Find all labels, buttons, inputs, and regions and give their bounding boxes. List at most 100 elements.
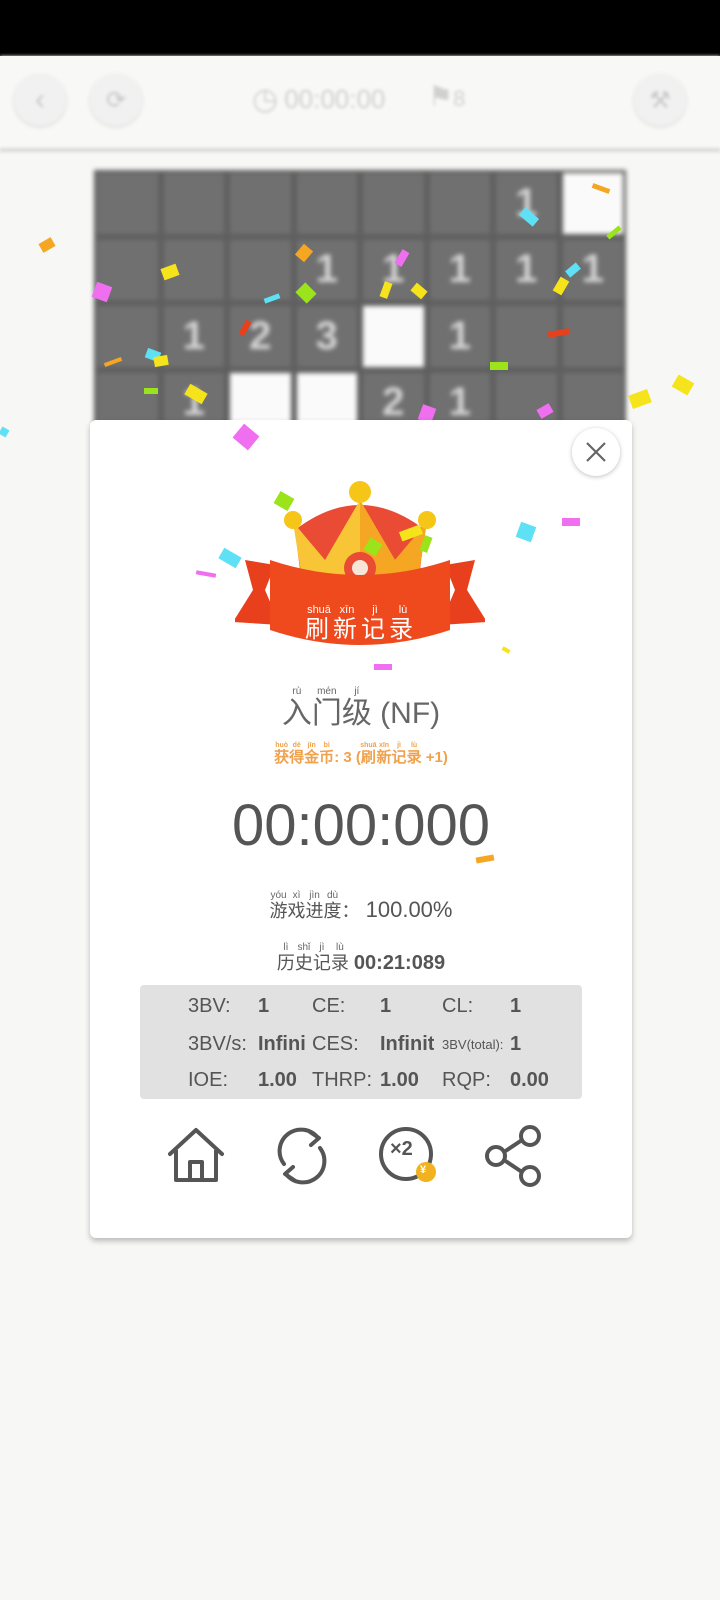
status-bar	[0, 0, 720, 56]
confetti-piece	[144, 388, 158, 394]
progress-char: 进jìn	[305, 890, 324, 921]
reward-label: 获huò得dé金jīn币bì	[274, 742, 335, 766]
board-cell[interactable]	[360, 303, 427, 370]
banner-char: 录lù	[389, 604, 417, 643]
stat-3bvtotal-label: 3BV(total):	[442, 1037, 504, 1052]
new-record-title: 刷shuā新xīn记jì录lù	[90, 604, 632, 644]
stat-ces-value: Infinit	[380, 1033, 434, 1055]
flag-count: 8	[453, 86, 466, 111]
difficulty-level: 入rù门mén级jí (NF)	[90, 686, 632, 732]
stat-ce-value: 1	[380, 995, 392, 1017]
level-char: 级jí	[341, 686, 372, 730]
stat-ce-label: CE:	[312, 995, 346, 1017]
stat-3bv-value: 1	[258, 995, 270, 1017]
flag-icon: ⚑	[428, 81, 454, 112]
stat-cl-value: 1	[510, 995, 522, 1017]
board-cell[interactable]	[559, 303, 626, 370]
board-cell[interactable]	[426, 170, 493, 237]
replay-button[interactable]	[266, 1120, 338, 1192]
stat-3bvs-label: 3BV/s:	[188, 1033, 247, 1055]
game-progress: 游yóu戏xì进jìn度dù： 100.00%	[90, 890, 632, 923]
history-char: 记jì	[312, 942, 331, 973]
reward-char: 金jīn	[304, 742, 320, 766]
banner-char: 记jì	[361, 604, 389, 643]
reward-note-char: 记jì	[391, 742, 407, 766]
reward-char: 币bì	[319, 742, 335, 766]
stat-thrp-label: THRP:	[312, 1069, 372, 1091]
stat-ces-label: CES:	[312, 1033, 359, 1055]
stat-3bvtotal-value: 1	[510, 1033, 522, 1055]
close-button[interactable]	[572, 428, 620, 476]
home-icon	[168, 1128, 224, 1182]
reward-bonus: +1)	[421, 749, 448, 766]
reward-char: 得dé	[289, 742, 305, 766]
confetti-piece	[0, 426, 10, 438]
board-cell[interactable]	[94, 170, 161, 237]
record-dialog: 刷shuā新xīn记jì录lù 入rù门mén级jí (NF) 获huò得dé金…	[90, 420, 632, 1238]
confetti-piece	[562, 518, 580, 526]
reward-amount: : 3 (	[334, 749, 361, 766]
share-button[interactable]	[478, 1120, 550, 1192]
progress-value: 100.00%	[365, 897, 453, 922]
stat-thrp-value: 1.00	[380, 1069, 419, 1091]
refresh-icon: ⟳	[105, 86, 127, 114]
confetti-piece	[374, 664, 392, 670]
history-char: 历lì	[276, 942, 295, 973]
confetti-piece	[38, 237, 56, 253]
board-cell[interactable]: 3	[293, 303, 360, 370]
reward-note-char: 刷shuā	[360, 742, 377, 766]
double-reward-button[interactable]: ×2 ¥	[372, 1120, 444, 1192]
confetti-piece	[671, 374, 695, 396]
clock-icon: ◷	[252, 83, 279, 116]
progress-sep: ：	[341, 901, 360, 921]
banner-char: 新xīn	[333, 604, 361, 643]
back-button[interactable]: ‹	[14, 74, 66, 126]
board-cell[interactable]	[227, 236, 294, 303]
replay-icon	[277, 1127, 327, 1185]
game-timer: ◷ 00:00:00	[252, 82, 385, 117]
board-cell[interactable]	[227, 170, 294, 237]
difficulty-suffix: (NF)	[380, 697, 441, 730]
board-cell[interactable]: 1	[493, 170, 560, 237]
stats-panel: 3BV: 1 CE: 1 CL: 1 3BV/s: Infini CES: In…	[140, 985, 582, 1099]
banner-char: 刷shuā	[305, 604, 333, 643]
wand-icon: ⚒	[649, 86, 671, 114]
board-cell[interactable]: 1	[426, 236, 493, 303]
progress-char: 游yóu	[269, 890, 288, 921]
board-cell[interactable]: 1	[160, 303, 227, 370]
progress-label: 游yóu戏xì进jìn度dù	[269, 890, 342, 921]
history-char: 录lù	[330, 942, 349, 973]
progress-char: 戏xì	[287, 890, 306, 921]
level-char: 门mén	[311, 686, 342, 730]
minesweeper-board[interactable]: 1111111231121	[94, 170, 626, 436]
history-record: 历lì史shǐ记jì录lù 00:21:089	[90, 942, 632, 975]
confetti-piece	[490, 362, 508, 370]
reward-char: 获huò	[274, 742, 290, 766]
home-button[interactable]	[160, 1120, 232, 1192]
finish-time: 00:00:000	[231, 793, 491, 858]
chevron-left-icon: ‹	[35, 83, 45, 116]
reward-note-char: 录lù	[406, 742, 422, 766]
restart-button[interactable]: ⟳	[90, 74, 142, 126]
board-cell[interactable]	[160, 170, 227, 237]
history-value: 00:21:089	[353, 952, 446, 974]
flag-counter: ⚑8	[428, 80, 465, 113]
stat-3bv-label: 3BV:	[188, 995, 231, 1017]
reward-note-char: 新xīn	[376, 742, 392, 766]
level-char: 入rù	[281, 686, 312, 730]
reward-note: 刷shuā新xīn记jì录lù	[360, 742, 422, 766]
board-cell[interactable]	[293, 170, 360, 237]
coin-symbol: ¥	[420, 1164, 427, 1176]
board-cell[interactable]: 2	[227, 303, 294, 370]
history-label: 历lì史shǐ记jì录lù	[276, 942, 349, 973]
board-cell[interactable]: 1	[493, 236, 560, 303]
stat-3bvs-value: Infini	[258, 1033, 306, 1055]
progress-char: 度dù	[323, 890, 342, 921]
settings-button[interactable]: ⚒	[634, 74, 686, 126]
history-char: 史shǐ	[294, 942, 313, 973]
coin-reward: 获huò得dé金jīn币bì: 3 (刷shuā新xīn记jì录lù +1)	[90, 742, 632, 767]
close-icon	[586, 442, 606, 462]
board-cell[interactable]	[360, 170, 427, 237]
board-cell[interactable]: 1	[426, 303, 493, 370]
difficulty-name: 入rù门mén级jí	[281, 686, 372, 730]
